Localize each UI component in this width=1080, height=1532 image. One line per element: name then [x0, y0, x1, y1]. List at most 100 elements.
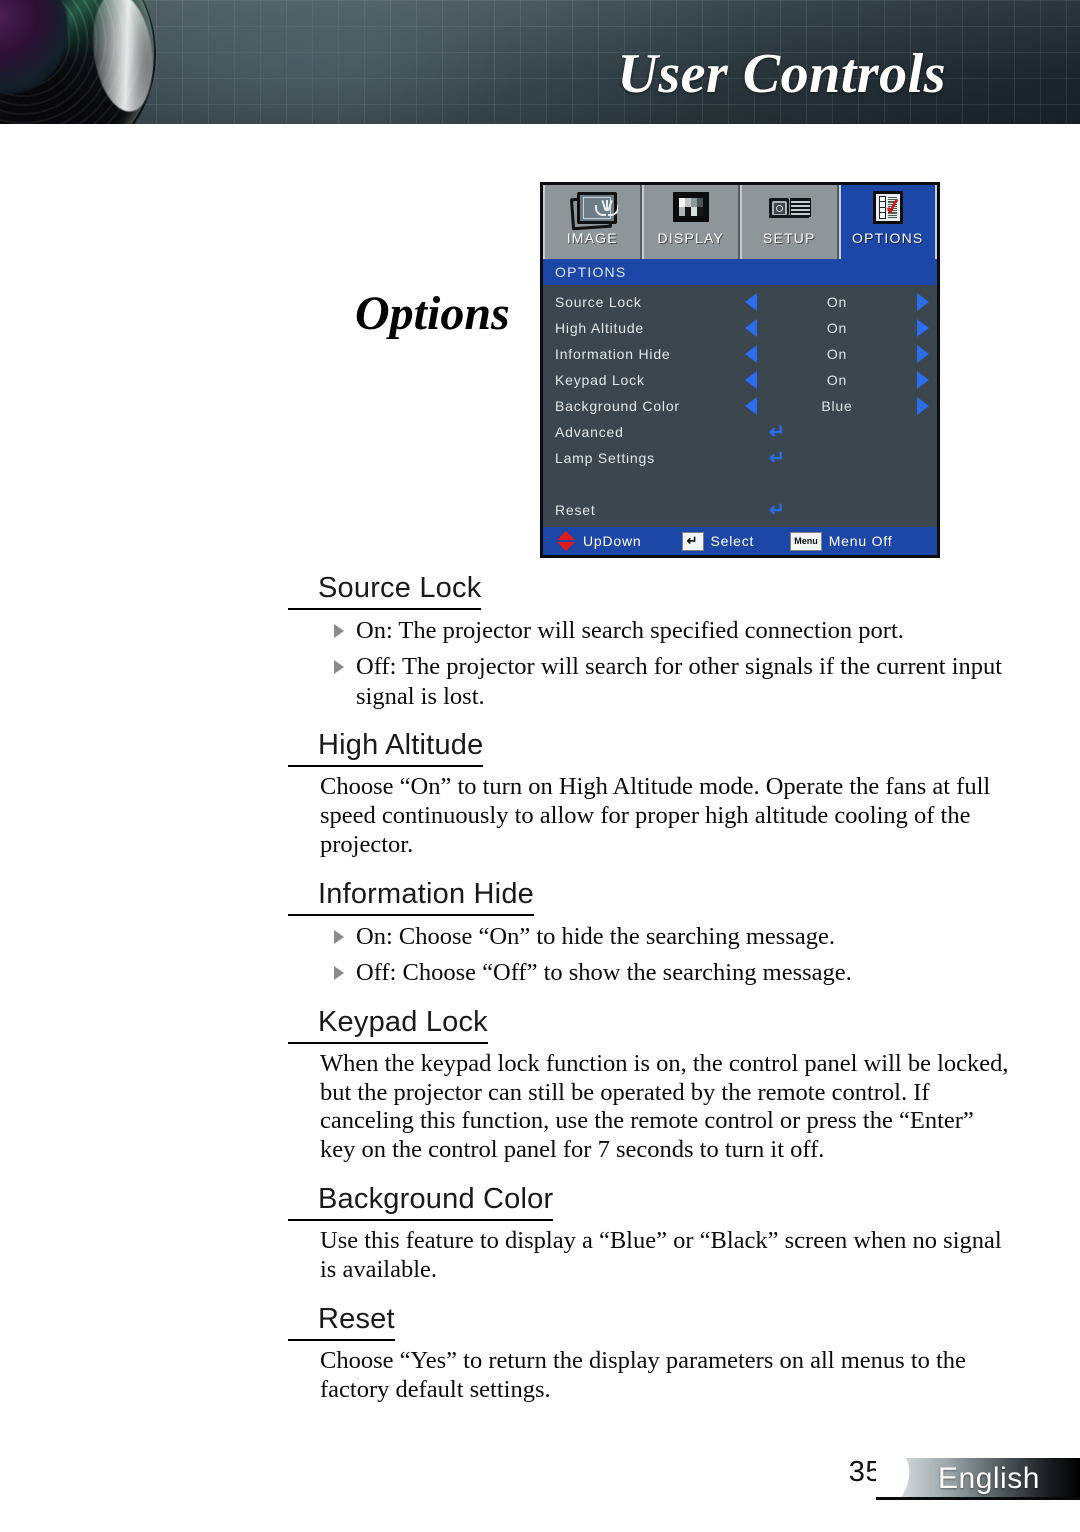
list-item-text: Off: The projector will search for other… — [356, 653, 1003, 710]
osd-row-label: Reset — [555, 502, 596, 518]
triangle-bullet-icon — [334, 929, 344, 944]
section-information-hide: Information Hide On: Choose “On” to hide… — [288, 878, 1018, 988]
osd-row-label: Lamp Settings — [555, 450, 655, 466]
triangle-bullet-icon — [334, 966, 344, 981]
section-heading: Background Color — [288, 1183, 554, 1222]
enter-arrow-icon[interactable]: ↵ — [769, 501, 786, 520]
section-reset: Reset Choose “Yes” to return the display… — [288, 1303, 1018, 1405]
osd-hint-select-label: Select — [710, 533, 755, 549]
osd-tab-image-label: IMAGE — [566, 230, 618, 246]
osd-status-bar: UpDown ↵ Select Menu Menu Off — [543, 527, 937, 555]
list-item: Off: The projector will search for other… — [334, 652, 1018, 711]
osd-row-keypad-lock[interactable]: Keypad Lock On — [543, 367, 937, 393]
osd-row-reset[interactable]: Reset ↵ — [543, 497, 937, 523]
section-heading: Reset — [288, 1303, 395, 1342]
osd-menu-rows: Source Lock On High Altitude On Informat… — [543, 285, 937, 527]
osd-tab-options[interactable]: ✓ OPTIONS — [838, 185, 937, 259]
osd-menu: IMAGE DISPLAY SETUP ✓ OPTIONS OPTIONS So… — [540, 182, 940, 558]
osd-row-value: On — [826, 294, 848, 310]
section-source-lock: Source Lock On: The projector will searc… — [288, 572, 1018, 711]
osd-menu-title: OPTIONS — [543, 259, 937, 285]
osd-hint-menu-off-label: Menu Off — [828, 533, 893, 549]
page-header-banner: User Controls — [0, 0, 1080, 124]
osd-tab-bar: IMAGE DISPLAY SETUP ✓ OPTIONS — [543, 185, 937, 259]
osd-row-high-altitude[interactable]: High Altitude On — [543, 315, 937, 341]
section-bullets: On: The projector will search specified … — [334, 616, 1018, 711]
section-body: When the keypad lock function is on, the… — [320, 1049, 1009, 1164]
section-body: Choose “Yes” to return the display param… — [320, 1347, 966, 1404]
osd-row-background-color[interactable]: Background Color Blue — [543, 393, 937, 419]
triangle-bullet-icon — [334, 660, 344, 675]
osd-row-label: Background Color — [555, 398, 680, 414]
left-arrow-icon[interactable] — [745, 345, 757, 363]
list-item: On: The projector will search specified … — [334, 616, 1018, 645]
osd-row-label: Advanced — [555, 424, 624, 440]
section-high-altitude: High Altitude Choose “On” to turn on Hig… — [288, 729, 1018, 860]
list-item-text: On: The projector will search specified … — [356, 617, 904, 644]
page-content: Source Lock On: The projector will searc… — [288, 572, 1018, 1423]
osd-row-source-lock[interactable]: Source Lock On — [543, 289, 937, 315]
osd-row-spacer — [543, 471, 937, 497]
list-item: Off: Choose “Off” to show the searching … — [334, 958, 1018, 987]
right-arrow-icon[interactable] — [917, 371, 929, 389]
osd-tab-setup[interactable]: SETUP — [740, 185, 839, 259]
right-arrow-icon[interactable] — [917, 319, 929, 337]
section-heading: Keypad Lock — [288, 1006, 488, 1044]
section-bullets: On: Choose “On” to hide the searching me… — [334, 922, 1018, 988]
section-background-color: Background Color Use this feature to dis… — [288, 1183, 1018, 1285]
menu-key-icon: Menu — [790, 531, 822, 551]
osd-tab-display-label: DISPLAY — [657, 230, 724, 246]
osd-tab-display[interactable]: DISPLAY — [641, 185, 740, 259]
section-keypad-lock: Keypad Lock When the keypad lock functio… — [288, 1006, 1018, 1166]
right-arrow-icon[interactable] — [917, 293, 929, 311]
page-footer: 35 English — [0, 1448, 1080, 1508]
footer-language-label: English — [938, 1462, 1040, 1495]
osd-tab-setup-label: SETUP — [762, 230, 816, 246]
osd-tab-image[interactable]: IMAGE — [543, 185, 642, 259]
section-body: Use this feature to display a “Blue” or … — [320, 1227, 1002, 1284]
section-title-options: Options — [355, 287, 510, 340]
osd-row-value: Blue — [821, 398, 853, 414]
list-item: On: Choose “On” to hide the searching me… — [334, 922, 1018, 951]
section-heading: Source Lock — [288, 572, 482, 610]
page-title: User Controls — [617, 43, 946, 105]
list-item-text: On: Choose “On” to hide the searching me… — [356, 922, 835, 950]
camera-lens-icon — [0, 0, 156, 124]
enter-arrow-icon[interactable]: ↵ — [769, 423, 786, 442]
osd-row-value: On — [826, 320, 848, 336]
osd-hint-select: ↵ Select — [681, 531, 755, 551]
enter-key-icon: ↵ — [681, 531, 704, 551]
up-down-arrow-icon — [557, 531, 575, 551]
left-arrow-icon[interactable] — [745, 319, 757, 337]
osd-row-value: On — [826, 372, 848, 388]
osd-row-label: Information Hide — [555, 346, 671, 362]
red-check-icon: ✓ — [882, 192, 904, 221]
osd-row-lamp-settings[interactable]: Lamp Settings ↵ — [543, 445, 937, 471]
section-body: Choose “On” to turn on High Altitude mod… — [320, 773, 991, 858]
osd-row-label: Source Lock — [555, 294, 642, 310]
section-heading: Information Hide — [288, 878, 534, 916]
left-arrow-icon[interactable] — [745, 371, 757, 389]
left-arrow-icon[interactable] — [745, 397, 757, 415]
osd-row-label: Keypad Lock — [555, 372, 645, 388]
enter-arrow-icon[interactable]: ↵ — [769, 449, 786, 468]
osd-tab-options-label: OPTIONS — [852, 230, 924, 246]
left-arrow-icon[interactable] — [745, 293, 757, 311]
display-icon — [668, 189, 714, 229]
osd-hint-menu-off: Menu Menu Off — [790, 531, 893, 551]
section-heading: High Altitude — [288, 729, 484, 768]
osd-row-label: High Altitude — [555, 320, 645, 336]
triangle-bullet-icon — [334, 624, 344, 638]
options-checklist-icon: ✓ — [865, 189, 911, 229]
image-icon-rays — [592, 198, 619, 218]
setup-projector-icon — [766, 189, 812, 229]
right-arrow-icon[interactable] — [917, 397, 929, 415]
osd-row-information-hide[interactable]: Information Hide On — [543, 341, 937, 367]
osd-row-advanced[interactable]: Advanced ↵ — [543, 419, 937, 445]
list-item-text: Off: Choose “Off” to show the searching … — [356, 959, 852, 987]
right-arrow-icon[interactable] — [917, 345, 929, 363]
image-icon — [569, 189, 619, 231]
osd-hint-updown: UpDown — [543, 531, 642, 551]
osd-row-value: On — [826, 346, 848, 362]
osd-hint-updown-label: UpDown — [583, 533, 642, 549]
